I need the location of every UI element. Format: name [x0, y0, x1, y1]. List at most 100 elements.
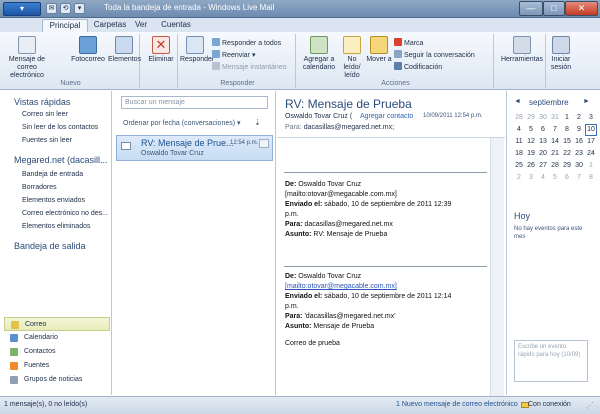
unread-read-button[interactable]: No leído/ leído	[338, 36, 366, 80]
header-sent-pm: p.m.	[285, 303, 299, 310]
calendar-day[interactable]: 23	[573, 148, 585, 160]
calendar-day[interactable]: 28	[513, 112, 525, 124]
header-from: De: Oswaldo Tovar Cruz	[285, 273, 362, 280]
calendar-day[interactable]: 2	[513, 172, 525, 184]
calendar-day[interactable]: 10	[585, 124, 597, 136]
calendar-day[interactable]: 7	[549, 124, 561, 136]
status-new-mail[interactable]: 1 Nuevo mensaje de correo electrónico	[396, 401, 518, 408]
sync-quick-icon[interactable]: ⟲	[60, 3, 71, 14]
forward-button[interactable]: Reenviar ▾	[212, 50, 255, 60]
folder-junk[interactable]: Correo electrónico no des...	[22, 210, 108, 217]
flag-button[interactable]: Marca	[394, 38, 423, 48]
maximize-button[interactable]: □	[543, 1, 565, 16]
folder-drafts[interactable]: Borradores	[22, 184, 57, 191]
account-header[interactable]: Megared.net (dacasill...	[14, 155, 108, 165]
calendar-day[interactable]: 15	[561, 136, 573, 148]
quick-views-header[interactable]: Vistas rápidas	[14, 97, 70, 107]
tab-principal[interactable]: Principal	[42, 19, 88, 32]
new-items-button[interactable]: Elementos	[108, 36, 141, 64]
calendar-day[interactable]: 31	[549, 112, 561, 124]
folder-unread-mail[interactable]: Correo sin leer	[22, 111, 68, 118]
customize-quick-icon[interactable]: ▾	[74, 3, 85, 14]
encoding-button[interactable]: Codificación	[394, 62, 442, 72]
folder-unread-contacts[interactable]: Sin leer de los contactos	[22, 124, 98, 131]
search-input[interactable]: Buscar un mensaje	[121, 96, 268, 109]
nav-feeds[interactable]: Fuentes	[4, 359, 110, 373]
calendar-day[interactable]: 27	[537, 160, 549, 172]
resize-grip-icon[interactable]: ⋰	[586, 401, 594, 410]
calendar-day[interactable]: 30	[537, 112, 549, 124]
calendar-day[interactable]: 16	[573, 136, 585, 148]
tab-cuentas[interactable]: Cuentas	[156, 19, 196, 32]
next-month-icon[interactable]: ►	[583, 98, 590, 105]
calendar-day[interactable]: 4	[513, 124, 525, 136]
message-row[interactable]: RV: Mensaje de Prue... 12:54 p.m. Oswald…	[116, 135, 273, 161]
calendar-day[interactable]: 28	[549, 160, 561, 172]
calendar-day[interactable]: 24	[585, 148, 597, 160]
minimize-button[interactable]: —	[519, 1, 543, 16]
calendar-day[interactable]: 25	[513, 160, 525, 172]
tab-ver[interactable]: Ver	[130, 19, 152, 32]
new-mail-quick-icon[interactable]: ✉	[46, 3, 57, 14]
tab-carpetas[interactable]: Carpetas	[90, 19, 130, 32]
calendar-day[interactable]: 18	[513, 148, 525, 160]
follow-conversation-button[interactable]: Seguir la conversación	[394, 50, 475, 60]
calendar-day[interactable]: 9	[573, 124, 585, 136]
folder-unread-feeds[interactable]: Fuentes sin leer	[22, 137, 72, 144]
calendar-day[interactable]: 2	[573, 112, 585, 124]
calendar-day[interactable]: 20	[537, 148, 549, 160]
close-button[interactable]: ✕	[565, 1, 598, 16]
calendar-day[interactable]: 4	[537, 172, 549, 184]
nav-calendar[interactable]: Calendario	[4, 331, 110, 345]
photo-mail-button[interactable]: Fotocorreo	[70, 36, 106, 64]
calendar-day[interactable]: 13	[537, 136, 549, 148]
instant-message-button[interactable]: Mensaje instantáneo	[212, 62, 287, 72]
sort-direction-icon[interactable]: ⇣	[254, 118, 261, 127]
nav-mail[interactable]: Correo	[4, 317, 110, 331]
calendar-day[interactable]: 7	[573, 172, 585, 184]
calendar-day[interactable]: 6	[561, 172, 573, 184]
mailto-link[interactable]: [mailto:otovar@megacable.com.mx]	[285, 282, 397, 291]
delete-button[interactable]: ✕ Eliminar	[146, 36, 176, 64]
new-mail-button[interactable]: Mensaje de correo electrónico	[4, 36, 50, 80]
quick-event-input[interactable]: Escribe un evento rápido para hoy (10/09…	[514, 340, 588, 382]
calendar-day[interactable]: 3	[585, 112, 597, 124]
calendar-day[interactable]: 1	[561, 112, 573, 124]
sort-dropdown[interactable]: Ordenar por fecha (conversaciones) ▾	[123, 119, 241, 127]
calendar-day[interactable]: 11	[513, 136, 525, 148]
calendar-day[interactable]: 21	[549, 148, 561, 160]
calendar-day[interactable]: 30	[573, 160, 585, 172]
sign-in-button[interactable]: Iniciar sesión	[548, 36, 574, 72]
move-to-button[interactable]: Mover a	[366, 36, 392, 64]
tools-button[interactable]: Herramientas	[500, 36, 544, 64]
prev-month-icon[interactable]: ◄	[514, 98, 521, 105]
calendar-day[interactable]: 22	[561, 148, 573, 160]
folder-deleted[interactable]: Elementos eliminados	[22, 223, 90, 230]
add-to-calendar-button[interactable]: Agregar a calendario	[300, 36, 338, 72]
folder-outbox[interactable]: Bandeja de salida	[14, 241, 86, 251]
calendar-day[interactable]: 3	[525, 172, 537, 184]
calendar-day[interactable]: 29	[525, 112, 537, 124]
calendar-day[interactable]: 26	[525, 160, 537, 172]
reply-button[interactable]: Responder	[180, 36, 214, 64]
app-menu-button[interactable]: ▾	[3, 2, 41, 16]
add-contact-link[interactable]: Agregar contacto	[360, 113, 413, 120]
calendar-day[interactable]: 19	[525, 148, 537, 160]
calendar-day[interactable]: 12	[525, 136, 537, 148]
calendar-day[interactable]: 8	[585, 172, 597, 184]
calendar-day[interactable]: 29	[561, 160, 573, 172]
calendar-day[interactable]: 6	[537, 124, 549, 136]
nav-newsgroups[interactable]: Grupos de noticias	[4, 373, 110, 387]
calendar-day[interactable]: 1	[585, 160, 597, 172]
flag-toggle-icon[interactable]	[259, 139, 269, 148]
nav-contacts[interactable]: Contactos	[4, 345, 110, 359]
calendar-day[interactable]: 17	[585, 136, 597, 148]
reading-scrollbar[interactable]	[490, 138, 504, 396]
folder-sent[interactable]: Elementos enviados	[22, 197, 85, 204]
calendar-day[interactable]: 14	[549, 136, 561, 148]
calendar-day[interactable]: 5	[549, 172, 561, 184]
folder-inbox[interactable]: Bandeja de entrada	[22, 171, 83, 178]
reply-all-button[interactable]: Responder a todos	[212, 38, 281, 48]
calendar-day[interactable]: 8	[561, 124, 573, 136]
calendar-day[interactable]: 5	[525, 124, 537, 136]
